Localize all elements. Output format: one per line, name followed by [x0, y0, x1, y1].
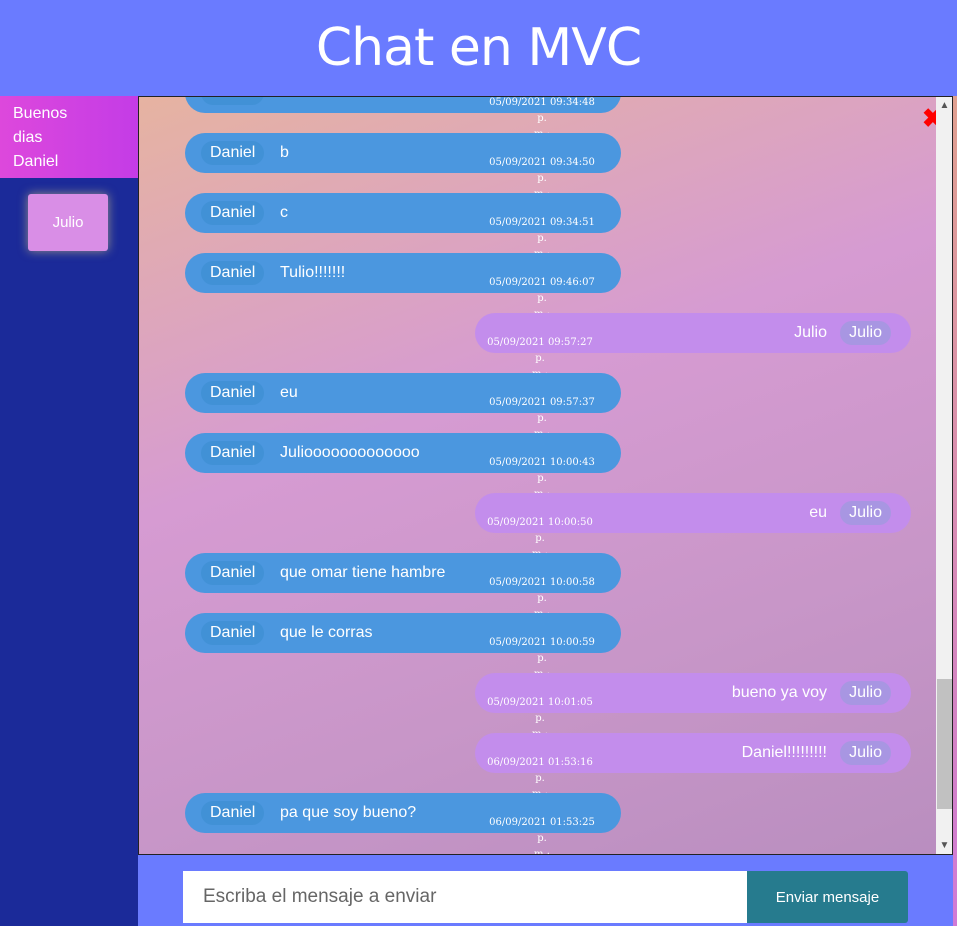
- message-text: Tulio!!!!!!!: [280, 264, 346, 281]
- message-sender: Daniel: [201, 141, 265, 165]
- timestamp-line: 05/09/2021 09:57:27 p.: [487, 337, 593, 364]
- timestamp-line: 05/09/2021 09:34:48 p.: [489, 97, 595, 124]
- scroll-up-arrow-icon[interactable]: ▲: [936, 97, 952, 114]
- message-text: Daniel!!!!!!!!!: [741, 744, 827, 761]
- greeting: Buenos dias Daniel: [0, 96, 138, 178]
- message-text: a: [280, 97, 289, 113]
- chat-window[interactable]: Daniela05/09/2021 09:34:48 p.m.;Danielb0…: [138, 96, 953, 855]
- message-sender: Daniel: [201, 441, 265, 465]
- timestamp-line: 05/09/2021 09:34:51 p.: [489, 217, 595, 244]
- message-text: c: [280, 204, 288, 221]
- message-timestamp: 06/09/2021 01:53:25 p. m.;: [487, 815, 597, 855]
- message-text: eu: [809, 504, 827, 521]
- contact-julio-button[interactable]: Julio: [28, 194, 108, 251]
- timestamp-line: 05/09/2021 10:01:05 p.: [487, 697, 593, 724]
- scrollbar-thumb[interactable]: [937, 679, 952, 809]
- message-bubble: Julioeu05/09/2021 10:00:50 p.m.;: [475, 493, 911, 560]
- message-bubble: Daniel Tulio!!!!!!! 05/09/2021 09:46:07 p.…: [185, 253, 621, 320]
- message-sender: Daniel: [201, 801, 265, 825]
- timestamp-line: 05/09/2021 09:46:07 p.: [489, 277, 595, 304]
- message-input[interactable]: [183, 871, 747, 923]
- message-text: Juliooooooooooooo: [280, 444, 420, 461]
- timestamp-line: 05/09/2021 10:00:58 p.: [489, 577, 595, 604]
- scroll-down-arrow-icon[interactable]: ▼: [936, 837, 952, 854]
- greeting-line: Buenos: [13, 105, 68, 122]
- message-sender: Julio: [840, 321, 891, 345]
- message-text: que omar tiene hambre: [280, 564, 446, 581]
- message-sender: Daniel: [201, 97, 265, 105]
- greeting-line: dias: [13, 129, 43, 146]
- message-bubble: Juliobueno ya voy05/09/2021 10:01:05 p.m…: [475, 673, 911, 740]
- message-text: Julio: [794, 324, 827, 341]
- message-bubble: Daniel que omar tiene hambre 05/09/2021 10…: [185, 553, 621, 620]
- decorative-strip: [953, 96, 957, 926]
- sidebar: Buenos dias Daniel Julio: [0, 96, 138, 926]
- timestamp-line: 05/09/2021 09:57:37 p.: [489, 397, 595, 424]
- message-text: pa que soy bueno?: [280, 804, 417, 821]
- message-text: eu: [280, 384, 298, 401]
- message-sender: Daniel: [201, 201, 265, 225]
- message-bubble: JulioJulio05/09/2021 09:57:27 p.m.;: [475, 313, 911, 380]
- message-bubble: Danielc05/09/2021 09:34:51 p.m.;: [185, 193, 621, 260]
- message-text: b: [280, 144, 289, 161]
- composer: Enviar mensaje: [138, 855, 953, 926]
- message-text: que le corras: [280, 624, 373, 641]
- message-sender: Julio: [840, 501, 891, 525]
- message-sender: Julio: [840, 681, 891, 705]
- timestamp-line: 05/09/2021 09:34:50 p.: [489, 157, 595, 184]
- message-bubble: Daniel Juliooooooooooooo 05/09/2021 10:00:…: [185, 433, 621, 500]
- message-bubble: Daniela05/09/2021 09:34:48 p.m.;: [185, 97, 621, 140]
- timestamp-line: 06/09/2021 01:53:16 p.: [487, 757, 593, 784]
- message-bubble: Daniel pa que soy bueno? 06/09/2021 01:53:…: [185, 793, 621, 854]
- timestamp-line: 06/09/2021 01:53:25 p.: [489, 817, 595, 844]
- message-sender: Daniel: [201, 561, 265, 585]
- greeting-line: Daniel: [13, 153, 59, 170]
- timestamp-suffix: m.;: [533, 849, 551, 855]
- message-bubble: Julio Daniel!!!!!!!!! 06/09/2021 01:53:16 …: [475, 733, 911, 800]
- page-title: Chat en MVC: [315, 18, 642, 78]
- timestamp-line: 05/09/2021 10:00:43 p.: [489, 457, 595, 484]
- message-sender: Julio: [840, 741, 891, 765]
- message-text: bueno ya voy: [731, 684, 827, 701]
- timestamp-line: 05/09/2021 10:00:59 p.: [489, 637, 595, 664]
- message-sender: Daniel: [201, 261, 265, 285]
- message-bubble: Daniel que le corras 05/09/2021 10:00:59 p…: [185, 613, 621, 680]
- scrollbar[interactable]: ▲ ▼: [936, 97, 952, 854]
- message-sender: Daniel: [201, 621, 265, 645]
- app-header: Chat en MVC: [0, 0, 957, 96]
- message-bubble: Danielb05/09/2021 09:34:50 p.m.;: [185, 133, 621, 200]
- message-sender: Daniel: [201, 381, 265, 405]
- send-message-button[interactable]: Enviar mensaje: [747, 871, 908, 923]
- message-bubble: Danieleu05/09/2021 09:57:37 p.m.;: [185, 373, 621, 440]
- timestamp-line: 05/09/2021 10:00:50 p.: [487, 517, 593, 544]
